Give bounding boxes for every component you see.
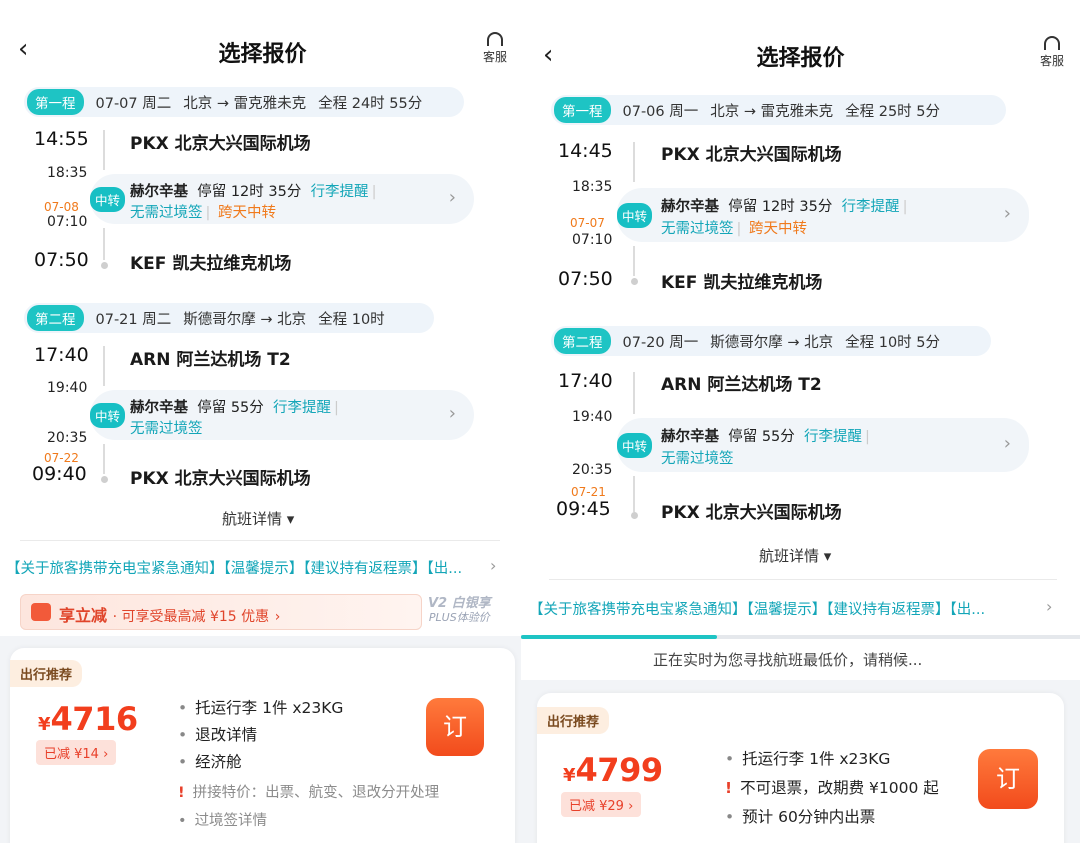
customer-service-button[interactable]: 客服 <box>483 32 507 65</box>
leg1-dep-airport: PKX 北京大兴国际机场 <box>661 145 842 165</box>
leg1-arr-time: 07:50 <box>34 249 89 271</box>
recommend-tag: 出行推荐 <box>537 707 610 734</box>
leg1-summary: 第一程 07-07 周二 北京 → 雷克雅未克 全程 24时 55分 <box>24 87 464 117</box>
headset-icon <box>487 32 503 46</box>
discount-badge[interactable]: 已减 ¥29 › <box>561 792 642 817</box>
offer-price: ¥4799 <box>563 751 663 789</box>
notice-link[interactable]: 【关于旅客携带充电宝紧急通知】【温馨提示】【建议持有返程票】【出... <box>6 557 482 578</box>
leg2-transfer-card[interactable]: 中转 赫尔辛基 停留 55分 行李提醒 | 无需过境签 › <box>617 418 1029 472</box>
leg2-dep-airport: ARN 阿兰达机场 T2 <box>130 350 291 370</box>
leg2-dep-time: 17:40 <box>34 344 89 366</box>
leg2-summary: 第二程 07-20 周一 斯德哥尔摩 → 北京 全程 10时 5分 <box>551 326 991 356</box>
caret-down-icon: ▾ <box>823 547 832 565</box>
plus-badge: V2 白银享 PLUS体验价 <box>428 596 491 625</box>
page-title: 选择报价 <box>756 46 845 71</box>
search-progress-bar <box>521 635 717 639</box>
leg2-arr-airport: PKX 北京大兴国际机场 <box>130 469 311 489</box>
searching-text: 正在实时为您寻找航班最低价，请稍候... <box>653 651 923 669</box>
flight-details-toggle[interactable]: 航班详情 ▾ <box>222 508 294 529</box>
leg1-arr-airport: KEF 凯夫拉维克机场 <box>661 273 823 293</box>
chevron-right-icon: › <box>448 187 456 208</box>
chevron-right-icon: › <box>1046 597 1053 616</box>
leg1-dep-time: 14:55 <box>34 128 89 150</box>
leg1-tag: 第一程 <box>27 89 84 115</box>
promo-banner[interactable]: 享立减 · 可享受最高减 ¥15 优惠 › <box>20 594 422 630</box>
leg2-arr-airport: PKX 北京大兴国际机场 <box>661 503 842 523</box>
offer-card[interactable]: 出行推荐 ¥4716 已减 ¥14 › • 托运行李 1件 x23KG • 退改详情… <box>10 648 515 843</box>
leg1-arr-time: 07:50 <box>558 268 613 290</box>
leg1-arr-airport: KEF 凯夫拉维克机场 <box>130 254 292 274</box>
notice-link[interactable]: 【关于旅客携带充电宝紧急通知】【温馨提示】【建议持有返程票】【出... <box>529 598 1039 619</box>
left-screen: ‹ 选择报价 客服 第一程 07-07 周二 北京 → 雷克雅未克 全程 24时… <box>0 0 525 843</box>
leg2-arr-time: 09:40 <box>32 463 87 485</box>
recommend-tag: 出行推荐 <box>10 660 83 687</box>
gift-icon <box>31 603 51 621</box>
chevron-right-icon: › <box>1003 203 1011 224</box>
customer-service-button[interactable]: 客服 <box>1040 36 1064 69</box>
book-button[interactable]: 订 <box>978 749 1038 809</box>
leg2-summary: 第二程 07-21 周二 斯德哥尔摩 → 北京 全程 10时 <box>24 303 434 333</box>
refund-policy[interactable]: ! 不可退票，改期费 ¥1000 起 <box>725 776 939 798</box>
leg1-transfer-card[interactable]: 中转 赫尔辛基 停留 12时 35分 行李提醒 | 无需过境签 | 跨天中转 › <box>90 174 474 224</box>
right-screen: ‹ 选择报价 客服 第一程 07-06 周一 北京 → 雷克雅未克 全程 25时… <box>521 0 1080 843</box>
caret-down-icon: ▾ <box>286 510 295 528</box>
leg2-arr-time: 09:45 <box>556 498 611 520</box>
leg2-tag: 第二程 <box>27 305 84 331</box>
chevron-right-icon: › <box>1003 433 1011 454</box>
chevron-right-icon: › <box>490 556 497 575</box>
leg2-transfer-card[interactable]: 中转 赫尔辛基 停留 55分 行李提醒 | 无需过境签 › <box>90 390 474 440</box>
page-title: 选择报价 <box>218 42 307 67</box>
flight-details-toggle[interactable]: 航班详情 ▾ <box>759 545 831 566</box>
offer-card[interactable]: 出行推荐 ¥4799 已减 ¥29 › • 托运行李 1件 x23KG ! 不可退票… <box>537 693 1064 843</box>
leg1-transfer-card[interactable]: 中转 赫尔辛基 停留 12时 35分 行李提醒 | 无需过境签 | 跨天中转 › <box>617 188 1029 242</box>
leg1-dep-airport: PKX 北京大兴国际机场 <box>130 134 311 154</box>
book-button[interactable]: 订 <box>426 698 484 756</box>
refund-details-link[interactable]: • 退改详情 <box>178 723 257 745</box>
transit-visa-link[interactable]: • 过境签详情 <box>178 809 267 830</box>
headset-icon <box>1044 36 1060 50</box>
leg1-dep-time: 14:45 <box>558 140 613 162</box>
leg2-dep-airport: ARN 阿兰达机场 T2 <box>661 375 822 395</box>
discount-badge[interactable]: 已减 ¥14 › <box>36 740 117 765</box>
chevron-right-icon: › <box>448 403 456 424</box>
offer-price: ¥4716 <box>38 700 138 738</box>
leg2-dep-time: 17:40 <box>558 370 613 392</box>
leg1-summary: 第一程 07-06 周一 北京 → 雷克雅未克 全程 25时 5分 <box>551 95 1006 125</box>
